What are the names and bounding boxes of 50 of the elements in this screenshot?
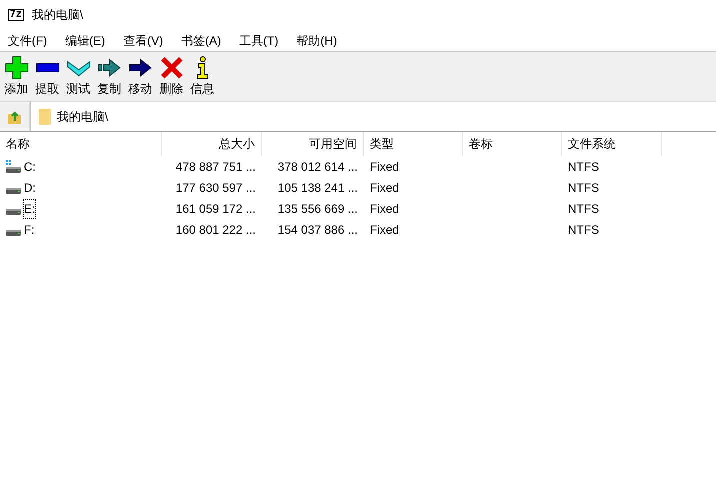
column-header[interactable]: 总大小	[162, 132, 262, 156]
table-cell-text: Fixed	[370, 222, 400, 238]
table-cell-text: Fixed	[370, 158, 400, 176]
toolbar-button[interactable]: 复制	[95, 56, 124, 98]
address-field[interactable]: 我的电脑\	[30, 102, 716, 131]
column-header[interactable]: 类型	[364, 132, 463, 156]
column-header[interactable]: 名称	[0, 132, 162, 156]
toolbar-button[interactable]: 删除	[157, 56, 186, 98]
table-cell-text: Fixed	[370, 180, 400, 196]
menu-item[interactable]: 编辑(E)	[60, 32, 110, 50]
table-cell-text: Fixed	[370, 200, 400, 218]
app-icon: 7z	[8, 9, 24, 21]
menu-item[interactable]: 帮助(H)	[292, 32, 342, 50]
table-cell-text: D:	[24, 180, 36, 196]
delete-icon	[160, 56, 184, 80]
table-cell-text: NTFS	[568, 158, 600, 176]
toolbar-button[interactable]: 信息	[188, 56, 217, 98]
table-cell-text: 135 556 669 ...	[278, 200, 358, 218]
up-folder-button[interactable]	[0, 102, 30, 131]
drive-icon	[6, 209, 21, 215]
table-cell-text: NTFS	[568, 200, 600, 218]
table-cell-text: 478 887 751 ...	[176, 158, 256, 176]
table-cell-text: 161 059 172 ...	[176, 200, 256, 218]
column-header[interactable]: 文件系统	[562, 132, 662, 156]
table-cell-text: C:	[24, 158, 36, 176]
toolbar-button[interactable]: 提取	[33, 56, 62, 98]
menu-item[interactable]: 书签(A)	[176, 32, 226, 50]
folder-icon	[39, 108, 51, 124]
table-cell-text: 160 801 222 ...	[176, 222, 256, 238]
window-title: 我的电脑\	[32, 7, 84, 24]
menu-item[interactable]: 工具(T)	[234, 32, 284, 50]
table-cell: E:	[24, 200, 36, 218]
table-cell-text: NTFS	[568, 222, 600, 238]
system-drive-icon	[6, 160, 21, 173]
table-cell-text: F:	[24, 222, 35, 238]
table-cell-text: 154 037 886 ...	[278, 222, 358, 238]
drive-icon	[6, 230, 21, 236]
table-cell-text: NTFS	[568, 180, 600, 196]
plus-icon	[4, 56, 28, 80]
menu-item[interactable]: 文件(F)	[3, 32, 52, 50]
column-header[interactable]: 可用空间	[262, 132, 364, 156]
toolbar-button[interactable]: 测试	[64, 56, 93, 98]
table-cell-text: 105 138 241 ...	[278, 180, 358, 196]
table-cell-text: 378 012 614 ...	[278, 158, 358, 176]
table-cell-text: 177 630 597 ...	[176, 180, 256, 196]
menu-item[interactable]: 查看(V)	[118, 32, 168, 50]
drive-icon	[6, 188, 21, 194]
toolbar-button[interactable]: 移动	[126, 56, 155, 98]
toolbar-button[interactable]: 添加	[2, 56, 31, 98]
column-header[interactable]: 卷标	[463, 132, 562, 156]
